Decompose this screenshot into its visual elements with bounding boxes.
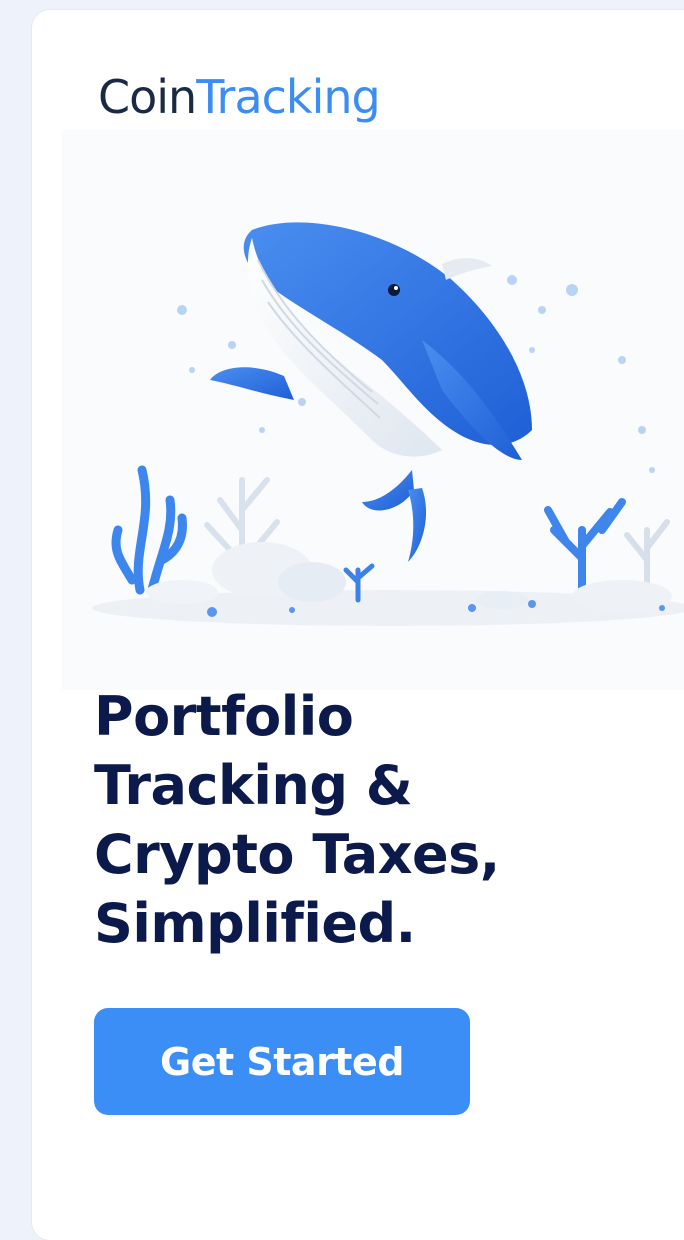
promo-card: CoinTracking Portfolio Tracking & Crypto… (32, 10, 684, 1240)
whale-illustration (62, 130, 684, 690)
whale-tail-fin (362, 470, 414, 511)
whale-dorsal-fin (442, 258, 492, 280)
page-headline: Portfolio Tracking & Crypto Taxes, Simpl… (94, 682, 654, 958)
headline-line-2: Tracking & (94, 754, 413, 817)
whale-illustration-svg (92, 222, 684, 626)
whale-left-flipper (210, 367, 294, 400)
coral-right-icon (544, 498, 626, 596)
logo-coin-text: Coin (98, 70, 197, 124)
rock-right-2 (476, 591, 528, 609)
coral-left-icon (111, 465, 187, 595)
rock-left-2 (278, 562, 346, 602)
whale-tail-fin-2 (408, 488, 427, 562)
headline-line-3: Crypto Taxes, (94, 823, 500, 886)
get-started-button[interactable]: Get Started (94, 1008, 470, 1115)
rock-right (572, 580, 672, 612)
logo-tracking-text: Tracking (196, 70, 381, 124)
headline-line-4: Simplified. (94, 892, 416, 955)
cointracking-logo[interactable]: CoinTracking (98, 70, 381, 124)
rock-left-3 (146, 580, 218, 604)
whale-eye-icon (388, 284, 400, 296)
whale-eye-highlight (394, 286, 398, 290)
headline-line-1: Portfolio (94, 685, 354, 748)
